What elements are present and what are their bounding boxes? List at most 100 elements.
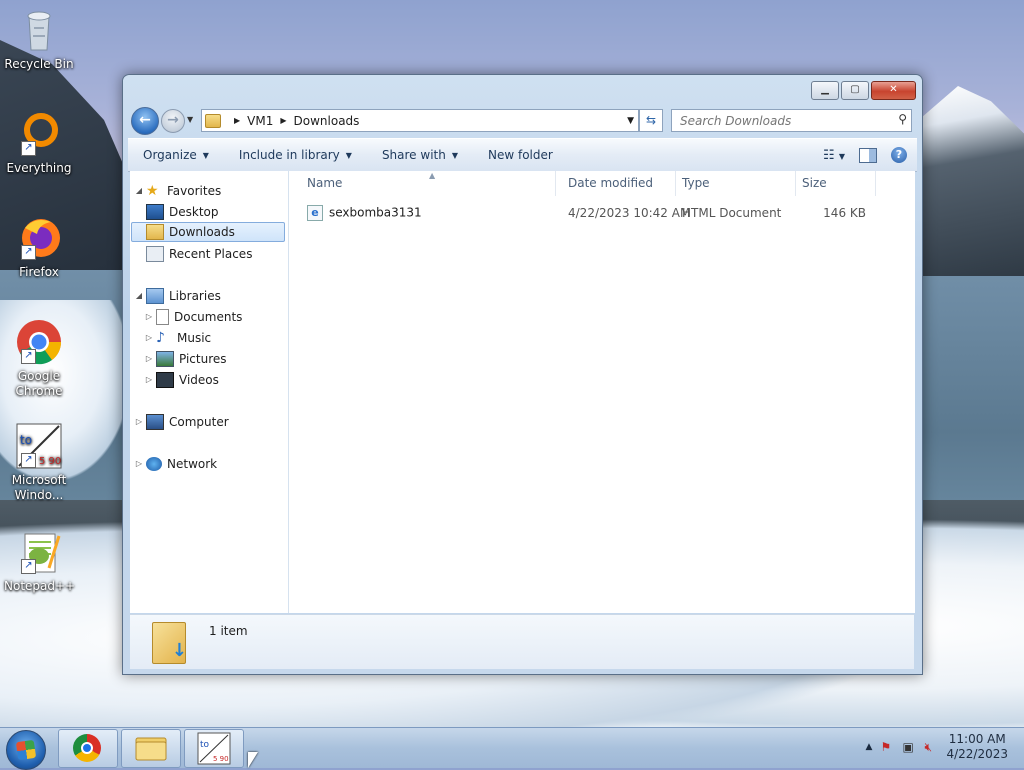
network-icon[interactable]: ▣ <box>902 740 916 754</box>
translator-icon: to 5 90 ↗ <box>15 422 63 470</box>
folder-icon <box>135 737 167 761</box>
search-input[interactable] <box>678 113 882 129</box>
window-controls: ▁ ▢ ✕ <box>811 81 916 100</box>
breadcrumb-downloads[interactable]: Downloads <box>294 114 360 128</box>
taskbar: to 5 90 ▲ ⚑ ▣ 🔇︎ 11:00 AM 4/22/2023 <box>0 727 1024 770</box>
translator-icon: to5 90 <box>197 732 231 765</box>
expand-arrow-icon[interactable]: ▷ <box>144 370 154 390</box>
chevron-down-icon: ▼ <box>345 150 352 160</box>
nav-label: Downloads <box>169 225 235 239</box>
action-center-flag-icon[interactable]: ⚑ <box>880 740 894 754</box>
minimize-button[interactable]: ▁ <box>811 81 839 100</box>
item-count: 1 item <box>209 624 248 638</box>
nav-libraries[interactable]: ◢ Libraries <box>134 286 221 306</box>
shortcut-arrow-icon: ↗ <box>21 349 36 364</box>
column-type-label: Type <box>682 176 710 190</box>
address-bar[interactable]: ▶ VM1 ▶ Downloads ▼ <box>201 109 639 132</box>
nav-label: Documents <box>174 310 243 324</box>
expand-arrow-icon[interactable]: ▷ <box>134 412 144 432</box>
nav-music[interactable]: ▷ ♪ Music <box>144 328 211 348</box>
start-button[interactable] <box>6 730 46 770</box>
html-document-icon: e <box>307 205 323 221</box>
desktop-icon-label: Microsoft Windo... <box>11 473 67 502</box>
nav-pictures[interactable]: ▷ Pictures <box>144 349 227 369</box>
navigation-pane: ◢ ★ Favorites Desktop Downloads Recent P… <box>130 171 289 613</box>
desktop-icon-notepadpp[interactable]: ↗ Notepad++ <box>4 528 75 594</box>
nav-computer[interactable]: ▷ Computer <box>134 412 229 432</box>
details-pane: ↓ 1 item <box>130 614 914 669</box>
include-in-library-button[interactable]: Include in library ▼ <box>224 148 367 162</box>
clock-date: 4/22/2023 <box>946 747 1008 761</box>
nav-downloads[interactable]: Downloads <box>131 222 285 242</box>
expand-arrow-icon[interactable]: ▷ <box>144 307 154 327</box>
downloads-folder-icon <box>146 224 164 240</box>
recycle-bin-icon <box>15 6 63 54</box>
column-name[interactable]: Name ▲ <box>289 171 556 196</box>
breadcrumb-vm1[interactable]: VM1 <box>247 114 273 128</box>
taskbar-chrome[interactable] <box>58 729 118 768</box>
taskbar-translator[interactable]: to 5 90 <box>184 729 244 768</box>
taskbar-explorer[interactable] <box>121 729 181 768</box>
share-with-button[interactable]: Share with ▼ <box>367 148 473 162</box>
clock[interactable]: 11:00 AM 4/22/2023 <box>946 732 1008 762</box>
change-view-icon[interactable]: ☷ ▼ <box>823 148 845 163</box>
column-size[interactable]: Size <box>796 171 876 196</box>
mouse-cursor <box>248 752 258 768</box>
svg-text:to: to <box>20 433 32 447</box>
preview-pane-icon[interactable] <box>859 147 877 163</box>
help-icon[interactable]: ? <box>891 147 907 163</box>
expand-arrow-icon[interactable]: ▷ <box>134 454 144 474</box>
desktop-icon-google-chrome[interactable]: ↗ Google Chrome <box>4 318 74 399</box>
file-name: sexbomba3131 <box>329 205 422 220</box>
chrome-icon <box>73 734 101 762</box>
music-icon: ♪ <box>156 330 165 346</box>
chevron-down-icon: ▼ <box>451 150 458 160</box>
forward-button[interactable]: → <box>161 109 185 133</box>
search-box[interactable]: ⚲ <box>671 109 912 132</box>
maximize-button[interactable]: ▢ <box>841 81 869 100</box>
file-type: HTML Document <box>682 206 782 220</box>
back-button[interactable]: ← <box>131 107 159 135</box>
computer-icon <box>146 414 164 430</box>
desktop-icon-label: Google Chrome <box>15 369 63 398</box>
show-hidden-icons-icon[interactable]: ▲ <box>866 742 873 752</box>
svg-text:to: to <box>200 740 210 750</box>
chevron-right-icon[interactable]: ▶ <box>280 116 286 125</box>
desktop-icon-everything[interactable]: ↗ Everything <box>4 110 74 176</box>
search-icon[interactable]: ⚲ <box>898 112 907 126</box>
windows-logo-icon <box>15 739 37 761</box>
volume-muted-icon[interactable]: 🔇︎ <box>924 740 938 754</box>
chevron-right-icon[interactable]: ▶ <box>234 116 240 125</box>
desktop-icon-firefox[interactable]: ↗ Firefox <box>4 214 74 280</box>
desktop-icon-microsoft-windows-translator[interactable]: to 5 90 ↗ Microsoft Windo... <box>4 422 74 503</box>
svg-text:5 90: 5 90 <box>39 456 61 467</box>
nav-desktop[interactable]: Desktop <box>144 202 219 222</box>
nav-favorites[interactable]: ◢ ★ Favorites <box>134 181 221 201</box>
expand-arrow-icon[interactable]: ◢ <box>134 181 144 201</box>
file-name-cell: e sexbomba3131 <box>289 205 556 221</box>
file-row[interactable]: e sexbomba3131 4/22/2023 10:42 AM HTML Do… <box>289 203 915 223</box>
column-date-modified[interactable]: Date modified <box>556 171 676 196</box>
column-type[interactable]: Type <box>676 171 796 196</box>
system-tray: ▲ ⚑ ▣ 🔇︎ 11:00 AM 4/22/2023 <box>866 732 1008 762</box>
nav-recent-places[interactable]: Recent Places <box>144 244 252 264</box>
notepadpp-icon: ↗ <box>15 528 63 576</box>
organize-button[interactable]: Organize ▼ <box>128 148 224 162</box>
new-folder-button[interactable]: New folder <box>473 148 568 162</box>
expand-arrow-icon[interactable]: ▷ <box>144 328 154 348</box>
close-button[interactable]: ✕ <box>871 81 916 100</box>
recent-pages-dropdown-icon[interactable]: ▼ <box>187 115 193 124</box>
expand-arrow-icon[interactable]: ▷ <box>144 349 154 369</box>
expand-arrow-icon[interactable]: ◢ <box>134 286 144 306</box>
refresh-button[interactable]: ⇆ <box>639 109 663 132</box>
column-header: Name ▲ Date modified Type Size <box>289 171 915 196</box>
desktop-icon-recycle-bin[interactable]: Recycle Bin <box>4 6 74 72</box>
column-name-label: Name <box>307 176 343 190</box>
downloads-folder-icon: ↓ <box>152 622 187 664</box>
network-icon <box>146 457 162 471</box>
nav-label: Recent Places <box>169 247 253 261</box>
nav-documents[interactable]: ▷ Documents <box>144 307 242 327</box>
nav-videos[interactable]: ▷ Videos <box>144 370 219 390</box>
nav-network[interactable]: ▷ Network <box>134 454 217 474</box>
address-dropdown-icon[interactable]: ▼ <box>627 116 634 126</box>
